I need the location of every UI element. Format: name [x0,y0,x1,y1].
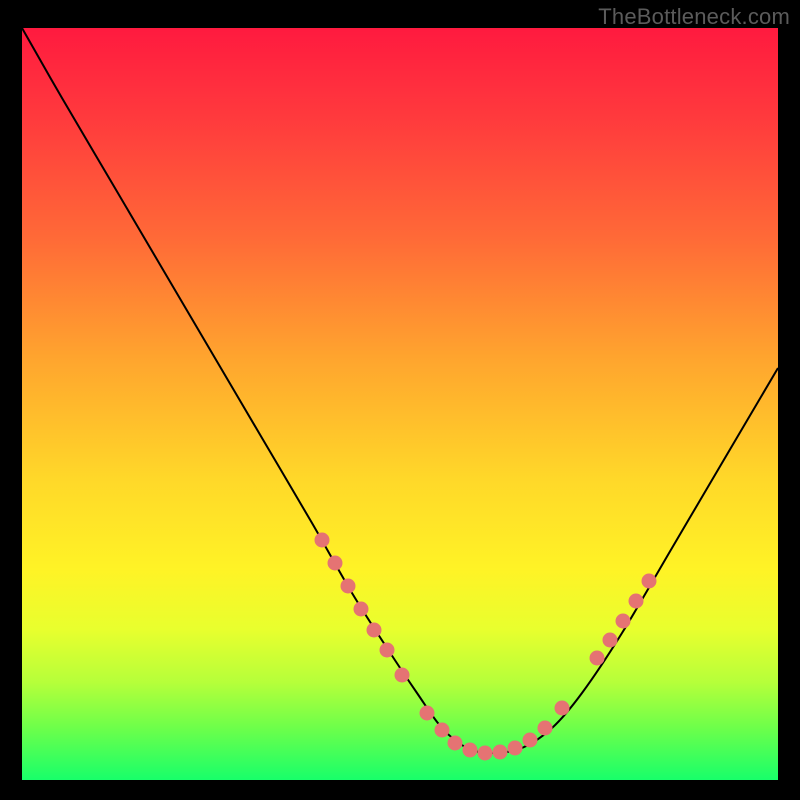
curve-marker [380,643,395,658]
marker-group [315,533,657,761]
curve-marker [642,574,657,589]
curve-marker [367,623,382,638]
curve-marker [448,736,463,751]
curve-marker [629,594,644,609]
curve-marker [463,743,478,758]
bottleneck-curve-path [22,28,778,753]
curve-marker [395,668,410,683]
curve-marker [555,701,570,716]
curve-marker [590,651,605,666]
curve-marker [616,614,631,629]
curve-marker [538,721,553,736]
curve-marker [354,602,369,617]
chart-frame: TheBottleneck.com [0,0,800,800]
curve-marker [341,579,356,594]
curve-marker [523,733,538,748]
watermark-text: TheBottleneck.com [598,4,790,30]
curve-marker [315,533,330,548]
curve-marker [328,556,343,571]
plot-area [22,28,778,780]
curve-marker [508,741,523,756]
curve-marker [493,745,508,760]
curve-marker [420,706,435,721]
curve-marker [435,723,450,738]
curve-svg [22,28,778,780]
curve-marker [478,746,493,761]
curve-marker [603,633,618,648]
